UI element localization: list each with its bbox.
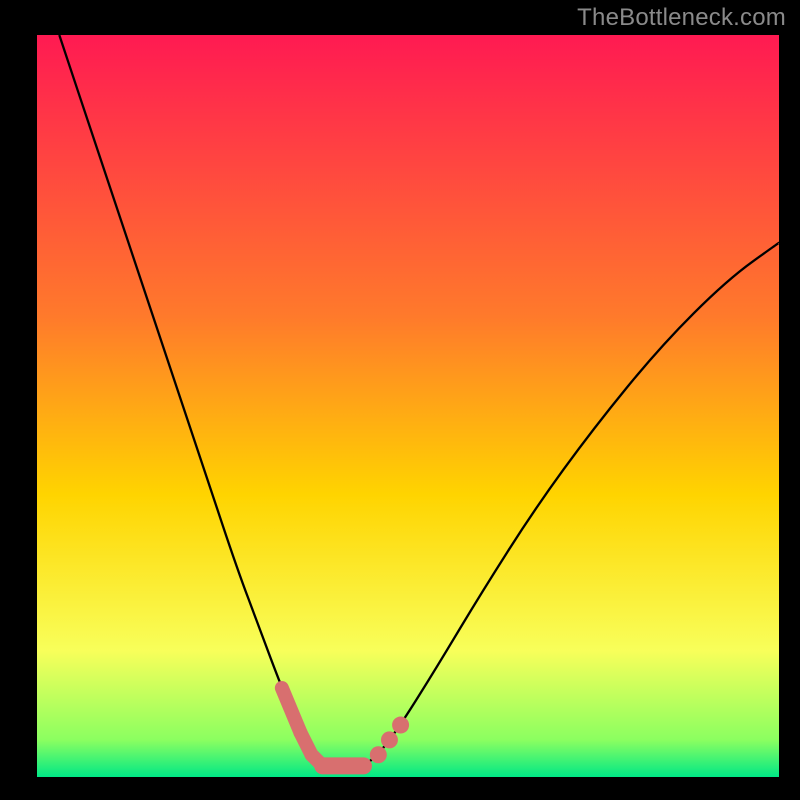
marker-dot xyxy=(381,731,398,748)
bottleneck-chart xyxy=(0,0,800,800)
chart-canvas: TheBottleneck.com xyxy=(0,0,800,800)
watermark-text: TheBottleneck.com xyxy=(577,4,786,32)
marker-dot xyxy=(370,746,387,763)
plot-area xyxy=(37,35,779,777)
marker-dot xyxy=(392,717,409,734)
